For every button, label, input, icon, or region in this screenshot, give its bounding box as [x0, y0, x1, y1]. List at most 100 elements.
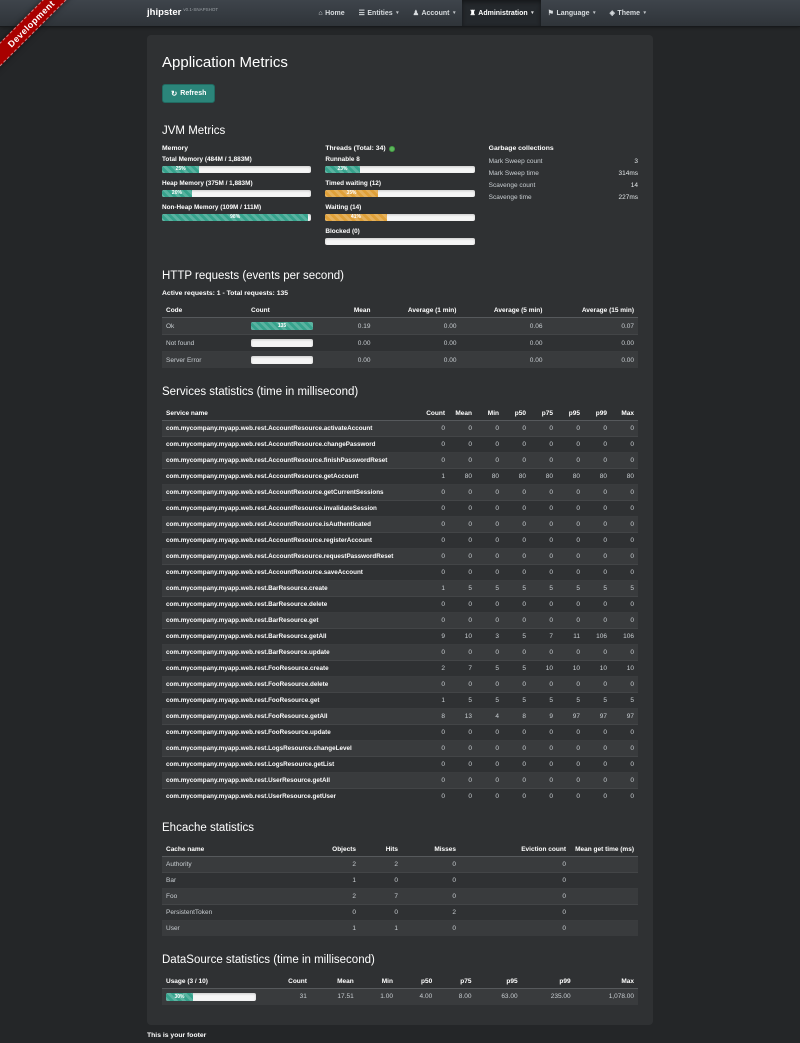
theme-icon: ◈ [610, 9, 615, 17]
chevron-down-icon: ▾ [453, 10, 456, 16]
col-header-mean: Mean [311, 974, 358, 989]
service-stat-row: com.mycompany.myapp.web.rest.AccountReso… [162, 453, 638, 469]
timed-waiting-label: Timed waiting (12) [325, 180, 474, 187]
service-stat-row: com.mycompany.myapp.web.rest.FooResource… [162, 709, 638, 725]
col-header-code: Code [162, 303, 247, 318]
http-row: Ok 135 0.19 0.00 0.06 0.07 [162, 318, 638, 335]
service-stat-row: com.mycompany.myapp.web.rest.FooResource… [162, 661, 638, 677]
service-stat-row: com.mycompany.myapp.web.rest.UserResourc… [162, 773, 638, 789]
nav-item-theme[interactable]: ◈ Theme ▾ [603, 0, 653, 26]
brand-version: v0.1-SNAPSHOT [183, 7, 218, 12]
ehcache-row: PersistentToken 0 0 2 0 [162, 905, 638, 921]
nav-item-home[interactable]: ⌂ Home [311, 0, 351, 26]
waiting-progressbar: 41% [325, 214, 474, 222]
refresh-icon: ↻ [171, 89, 177, 98]
navbar: jhipsterv0.1-SNAPSHOT ⌂ Home ☰ Entities … [0, 0, 800, 27]
http-count-progressbar: 135 [251, 322, 313, 330]
col-header-p50: p50 [503, 406, 530, 421]
col-header-objects: Objects [312, 842, 360, 857]
col-header-p75: p75 [530, 406, 557, 421]
col-header-p99: p99 [584, 406, 611, 421]
waiting-label: Waiting (14) [325, 204, 474, 211]
chevron-down-icon: ▾ [396, 10, 399, 16]
datasource-stats-table: Usage (3 / 10) Count Mean Min p50 p75 p9… [162, 974, 638, 1005]
datasource-header-row: Usage (3 / 10) Count Mean Min p50 p75 p9… [162, 974, 638, 989]
nav-label-account: Account [421, 10, 449, 17]
ehcache-heading: Ehcache statistics [162, 822, 638, 834]
home-icon: ⌂ [318, 10, 322, 17]
service-stat-row: com.mycompany.myapp.web.rest.UserResourc… [162, 789, 638, 805]
jvm-gc-column: Garbage collections Mark Sweep count3 Ma… [489, 145, 638, 252]
blocked-label: Blocked (0) [325, 228, 474, 235]
service-stat-row: com.mycompany.myapp.web.rest.AccountReso… [162, 469, 638, 485]
nav-item-entities[interactable]: ☰ Entities ▾ [352, 0, 406, 26]
col-header-count: Count [247, 303, 337, 318]
brand-name: jhipster [147, 8, 181, 19]
nav-item-language[interactable]: ⚑ Language ▾ [541, 0, 603, 26]
refresh-button[interactable]: ↻ Refresh [162, 84, 215, 103]
tower-icon: ♜ [469, 9, 475, 17]
service-stat-row: com.mycompany.myapp.web.rest.BarResource… [162, 613, 638, 629]
service-stat-row: com.mycompany.myapp.web.rest.FooResource… [162, 677, 638, 693]
total-memory-label: Total Memory (484M / 1,883M) [162, 156, 311, 163]
service-stat-row: com.mycompany.myapp.web.rest.AccountReso… [162, 517, 638, 533]
ehcache-header-row: Cache name Objects Hits Misses Eviction … [162, 842, 638, 857]
http-heading: HTTP requests (events per second) [162, 270, 638, 282]
gc-row: Scavenge count14 [489, 179, 638, 191]
nav-label-entities: Entities [367, 10, 392, 17]
col-header-p95: p95 [475, 974, 521, 989]
http-requests-section: HTTP requests (events per second) Active… [162, 270, 638, 368]
service-stat-row: com.mycompany.myapp.web.rest.BarResource… [162, 629, 638, 645]
page-footer: This is your footer [147, 1032, 653, 1039]
service-stat-row: com.mycompany.myapp.web.rest.AccountReso… [162, 533, 638, 549]
http-header-row: Code Count Mean Average (1 min) Average … [162, 303, 638, 318]
nav-label-theme: Theme [617, 10, 640, 17]
runnable-label: Runnable 8 [325, 156, 474, 163]
heap-memory-progressbar: 20% [162, 190, 311, 198]
refresh-label: Refresh [180, 90, 206, 97]
col-header-count: Count [422, 406, 449, 421]
gc-row: Mark Sweep time314ms [489, 167, 638, 179]
threads-heading: Threads (Total: 34) [325, 145, 474, 152]
col-header-mean: Mean [449, 406, 476, 421]
service-stat-row: com.mycompany.myapp.web.rest.AccountReso… [162, 501, 638, 517]
service-stat-row: com.mycompany.myapp.web.rest.AccountReso… [162, 565, 638, 581]
gc-row: Mark Sweep count3 [489, 155, 638, 167]
col-header-mean: Mean [337, 303, 374, 318]
col-header-service-name: Service name [162, 406, 422, 421]
runnable-progressbar: 23% [325, 166, 474, 174]
col-header-hits: Hits [360, 842, 402, 857]
flag-icon: ⚑ [548, 9, 554, 17]
nav-menu: ⌂ Home ☰ Entities ▾ ♟ Account ▾ ♜ Admini… [311, 0, 653, 26]
entities-list-icon: ☰ [359, 9, 365, 17]
main-panel: Application Metrics ↻ Refresh JVM Metric… [147, 35, 653, 1025]
service-stat-row: com.mycompany.myapp.web.rest.AccountReso… [162, 437, 638, 453]
nav-item-account[interactable]: ♟ Account ▾ [406, 0, 463, 26]
col-header-cache-name: Cache name [162, 842, 312, 857]
gc-row: Scavenge time227ms [489, 191, 638, 203]
services-stats-table: Service name Count Mean Min p50 p75 p95 … [162, 406, 638, 804]
service-stat-row: com.mycompany.myapp.web.rest.BarResource… [162, 645, 638, 661]
col-header-max: Max [575, 974, 638, 989]
threads-info-icon[interactable] [389, 146, 395, 152]
blocked-progressbar [325, 238, 474, 246]
nav-item-administration[interactable]: ♜ Administration ▾ [462, 0, 540, 26]
ehcache-stats-section: Ehcache statistics Cache name Objects Hi… [162, 822, 638, 936]
services-header-row: Service name Count Mean Min p50 p75 p95 … [162, 406, 638, 421]
service-stat-row: com.mycompany.myapp.web.rest.LogsResourc… [162, 741, 638, 757]
datasource-row: 30% 31 17.51 1.00 4.00 8.00 63.00 235.00… [162, 989, 638, 1005]
col-header-count: Count [260, 974, 311, 989]
jvm-threads-column: Threads (Total: 34) Runnable 8 23% Timed… [325, 145, 474, 252]
service-stat-row: com.mycompany.myapp.web.rest.BarResource… [162, 581, 638, 597]
nav-label-language: Language [556, 10, 589, 17]
col-header-p50: p50 [397, 974, 436, 989]
col-header-min: Min [358, 974, 397, 989]
chevron-down-icon: ▾ [593, 10, 596, 16]
col-header-avg15: Average (15 min) [546, 303, 638, 318]
brand-link[interactable]: jhipsterv0.1-SNAPSHOT [147, 7, 218, 18]
ehcache-row: Authority 2 2 0 0 [162, 857, 638, 873]
user-icon: ♟ [413, 9, 419, 17]
col-header-eviction-count: Eviction count [460, 842, 570, 857]
service-stat-row: com.mycompany.myapp.web.rest.FooResource… [162, 725, 638, 741]
gc-heading: Garbage collections [489, 145, 638, 152]
